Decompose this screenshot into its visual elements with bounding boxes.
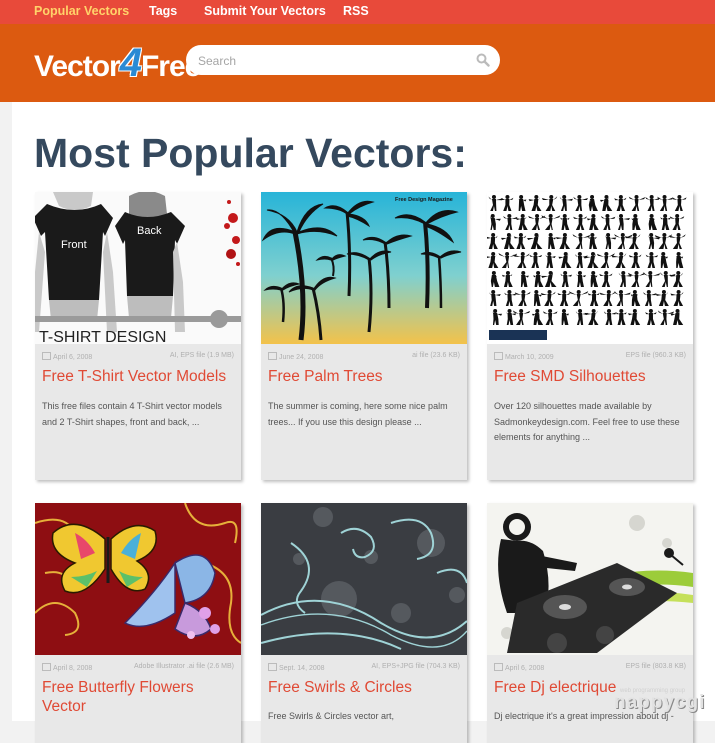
search-input[interactable] [196,50,470,72]
card-title[interactable]: Free Swirls & Circles [268,678,464,697]
tshirt-thumbnail[interactable]: T-SHIRT DESIGN Front Back [35,192,241,344]
card-date-text: April 8, 2008 [53,665,93,672]
card-meta: April 6, 2008 EPS file (803.8 KB) [494,661,686,673]
vector-card[interactable]: March 10, 2009 EPS file (960.3 KB) Free … [487,192,693,480]
card-date: April 8, 2008 [42,663,92,672]
site-logo[interactable]: Vector4Free [34,41,201,86]
card-meta: March 10, 2009 EPS file (960.3 KB) [494,350,686,362]
card-excerpt: This free files contain 4 T-Shirt vector… [42,401,222,427]
card-filetype: AI, EPS file (1.9 MB) [169,352,234,359]
dj-thumbnail[interactable] [487,503,693,655]
card-excerpt: The summer is coming, here some nice pal… [268,401,448,427]
page-title: Most Popular Vectors: [34,130,467,176]
card-title[interactable]: Free SMD Silhouettes [494,367,690,386]
card-meta: Sept. 14, 2008 AI, EPS+JPG file (704.3 K… [268,661,460,673]
tshirt-design-label: T-SHIRT DESIGN [39,329,166,344]
logo-text-four: 4 [119,41,142,85]
card-excerpt: Over 120 silhouettes made available by S… [494,401,680,442]
card-date: April 6, 2008 [42,352,92,361]
vector-card[interactable]: Sept. 14, 2008 AI, EPS+JPG file (704.3 K… [261,503,467,743]
calendar-icon [268,352,277,360]
card-filetype: EPS file (960.3 KB) [625,352,686,359]
calendar-icon [494,663,503,671]
card-date-text: April 6, 2008 [505,665,545,672]
calendar-icon [42,663,51,671]
card-date: March 10, 2009 [494,352,554,361]
palm-trees-thumbnail[interactable]: Free Design Magazine [261,192,467,344]
watermark-large: nappycgi [614,692,706,713]
silhouettes-thumbnail[interactable] [487,192,693,344]
magazine-label: Free Design Magazine [395,197,453,203]
shirt-back-label: Back [137,225,162,237]
card-filetype: EPS file (803.8 KB) [625,663,686,670]
magnifier-icon[interactable] [476,53,490,67]
butterfly-thumbnail[interactable] [35,503,241,655]
card-meta: April 6, 2008 AI, EPS file (1.9 MB) [42,350,234,362]
shirt-front-label: Front [61,239,87,251]
logo-text-vector: Vector [34,50,121,83]
vector-card[interactable]: T-SHIRT DESIGN Front Back April 6, 2008 … [35,192,241,480]
card-date: April 6, 2008 [494,663,544,672]
card-date-text: Sept. 14, 2008 [279,665,325,672]
card-meta: April 8, 2008 Adobe Illustrator .ai file… [42,661,234,673]
nav-rss[interactable]: RSS [343,4,369,18]
site-header: Vector4Free [0,24,715,102]
card-date: Sept. 14, 2008 [268,663,325,672]
swirls-thumbnail[interactable] [261,503,467,655]
nav-submit-vectors[interactable]: Submit Your Vectors [204,4,326,18]
nav-tags[interactable]: Tags [149,4,177,18]
vector-card[interactable]: April 8, 2008 Adobe Illustrator .ai file… [35,503,241,743]
nav-popular-vectors[interactable]: Popular Vectors [34,4,129,18]
top-nav: Popular Vectors Tags Submit Your Vectors… [0,0,715,24]
calendar-icon [268,663,277,671]
card-excerpt: Free Swirls & Circles vector art, [268,711,395,721]
calendar-icon [42,352,51,360]
card-filetype: AI, EPS+JPG file (704.3 KB) [371,663,460,670]
card-title[interactable]: Free Palm Trees [268,367,464,386]
card-date-text: June 24, 2008 [279,354,324,361]
card-filetype: Adobe Illustrator .ai file (2.6 MB) [134,663,234,670]
card-date: June 24, 2008 [268,352,323,361]
card-date-text: April 6, 2008 [53,354,93,361]
card-date-text: March 10, 2009 [505,354,554,361]
vector-card[interactable]: Free Design Magazine June 24, 2008 ai fi… [261,192,467,480]
search-box [186,45,500,75]
calendar-icon [494,352,503,360]
card-meta: June 24, 2008 ai file (23.6 KB) [268,350,460,362]
card-filetype: ai file (23.6 KB) [412,352,460,359]
card-title[interactable]: Free Butterfly Flowers Vector [42,678,238,716]
card-title[interactable]: Free T-Shirt Vector Models [42,367,238,386]
